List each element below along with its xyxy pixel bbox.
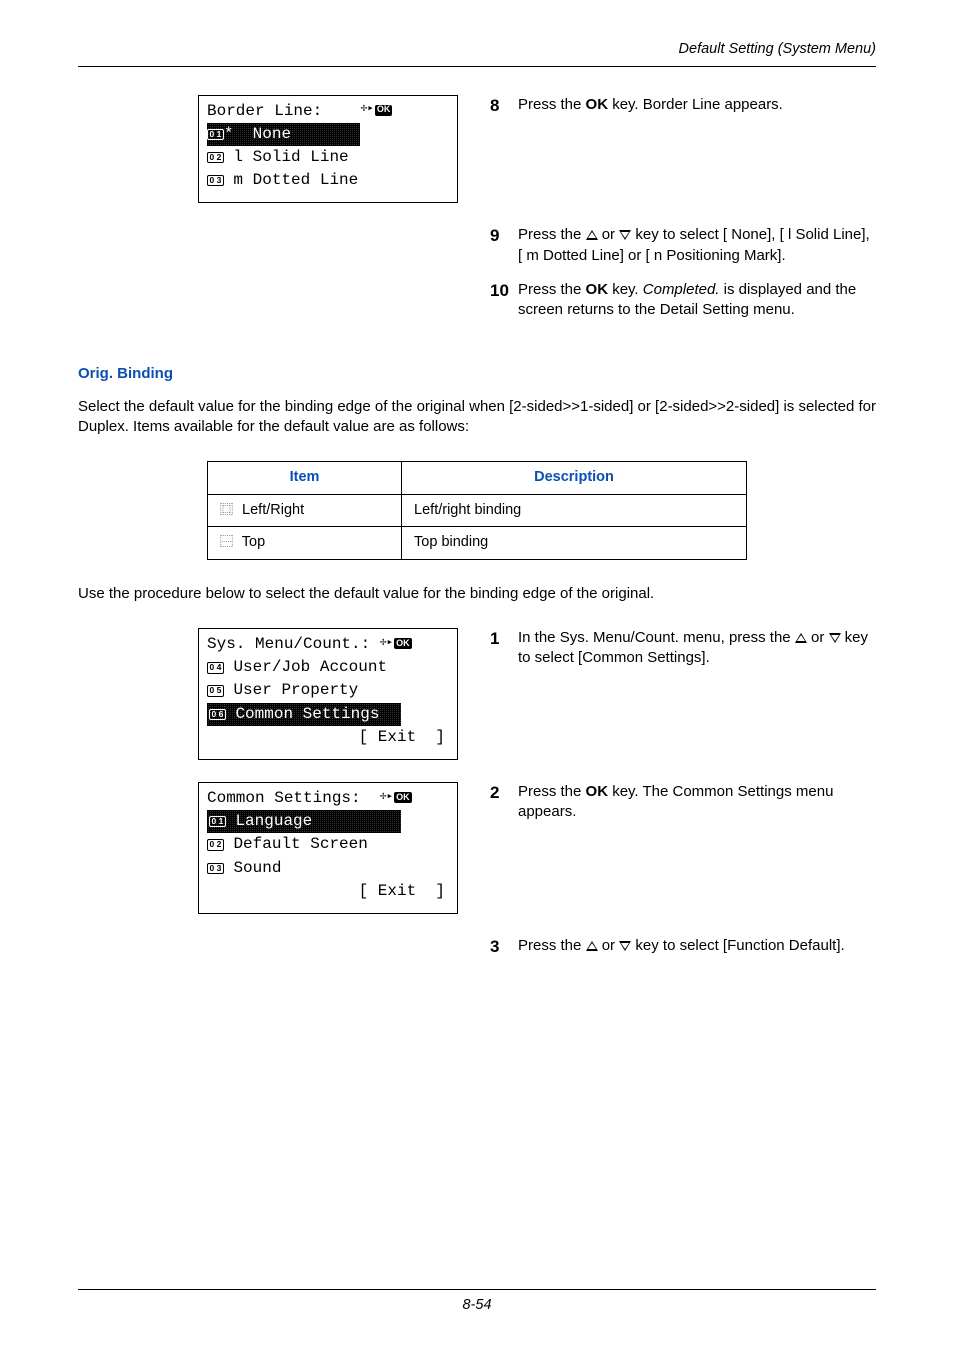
step-9b: or [598, 226, 620, 243]
step-3b: or [598, 937, 620, 954]
orig-binding-heading: Orig. Binding [78, 364, 876, 384]
lcd2-opt3: Common Settings [235, 705, 379, 723]
step-2a: Press the [518, 783, 586, 800]
r2-item: Top [242, 534, 265, 550]
lcd1-num3: 0 3 [207, 175, 224, 186]
step-8-num: 8 [490, 95, 518, 118]
lcd-border-line: Border Line: ✢▸OK 0 1* None 0 2 l Solid … [198, 95, 458, 204]
step-9-num: 9 [490, 225, 518, 266]
ok-text2: OK [586, 281, 609, 298]
binding-after: Use the procedure below to select the de… [78, 584, 876, 604]
page-footer: 8-54 [0, 1289, 954, 1316]
nav-ok-icon: ✢▸OK [361, 102, 393, 118]
step-2-num: 2 [490, 782, 518, 823]
up-key-icon [586, 941, 598, 951]
orig-binding-body: Select the default value for the binding… [78, 397, 876, 438]
down-key-icon [619, 941, 631, 951]
page-number: 8-54 [462, 1297, 491, 1313]
lcd3-opt3: Sound [233, 859, 281, 877]
lcd3-num1: 0 1 [209, 816, 226, 827]
step-10: 10 Press the OK key. Completed. is displ… [490, 280, 876, 321]
th-item: Item [208, 462, 402, 495]
r1-item: Left/Right [242, 502, 304, 518]
lcd1-opt3: Dotted Line [253, 171, 359, 189]
step-10-num: 10 [490, 280, 518, 321]
step-9a: Press the [518, 226, 586, 243]
lcd2-num3: 0 6 [209, 709, 226, 720]
lcd1-opt1: None [253, 125, 291, 143]
step-10a: Press the [518, 281, 586, 298]
step-10c: Completed. [643, 281, 720, 298]
lcd1-num1: 0 1 [207, 129, 224, 140]
header-rule [78, 66, 876, 67]
step-3a: Press the [518, 937, 586, 954]
step-3-num: 3 [490, 936, 518, 959]
nav-ok-icon: ✢▸OK [380, 790, 412, 806]
th-desc: Description [402, 462, 747, 495]
lcd3-title: Common Settings: [207, 789, 361, 807]
lcd-common-settings: Common Settings: ✢▸OK 0 1 Language 0 2 D… [198, 782, 458, 914]
down-key-icon [619, 230, 631, 240]
step-1: 1 In the Sys. Menu/Count. menu, press th… [490, 628, 876, 669]
up-key-icon [795, 633, 807, 643]
lcd3-opt2: Default Screen [233, 835, 367, 853]
running-header: Default Setting (System Menu) [78, 40, 876, 60]
lcd2-title: Sys. Menu/Count.: [207, 635, 370, 653]
step-8: 8 Press the OK key. Border Line appears. [490, 95, 876, 118]
lcd1-title: Border Line: [207, 102, 322, 120]
step-1-num: 1 [490, 628, 518, 669]
binding-table: Item Description ⿴ Left/Right Left/right… [207, 461, 747, 560]
down-key-icon [829, 633, 841, 643]
step-10b: key. [608, 281, 643, 298]
r1-desc: Left/right binding [402, 494, 747, 527]
lcd3-num2: 0 2 [207, 839, 224, 850]
top-icon: ⿱ [220, 534, 238, 552]
lcd3-exit: [ Exit ] [207, 880, 449, 903]
lcd-sys-menu: Sys. Menu/Count.: ✢▸OK 0 4 User/Job Acco… [198, 628, 458, 760]
step-9: 9 Press the or key to select [ None], [ … [490, 225, 876, 266]
lcd1-num2: 0 2 [207, 152, 224, 163]
step-1a: In the Sys. Menu/Count. menu, press the [518, 629, 795, 646]
step-8b: key. Border Line appears. [608, 96, 783, 113]
up-key-icon [586, 230, 598, 240]
left-right-icon: ⿴ [220, 502, 238, 520]
step-3c: key to select [Function Default]. [631, 937, 844, 954]
ok-text: OK [586, 96, 609, 113]
lcd2-num2: 0 5 [207, 685, 224, 696]
lcd3-opt1: Language [235, 812, 312, 830]
step-8a: Press the [518, 96, 586, 113]
lcd2-opt2: User Property [233, 681, 358, 699]
lcd2-opt1: User/Job Account [233, 658, 387, 676]
lcd2-num1: 0 4 [207, 662, 224, 673]
lcd2-exit: [ Exit ] [207, 726, 449, 749]
step-2: 2 Press the OK key. The Common Settings … [490, 782, 876, 823]
r2-desc: Top binding [402, 527, 747, 560]
step-3: 3 Press the or key to select [Function D… [490, 936, 876, 959]
lcd3-num3: 0 3 [207, 863, 224, 874]
table-row: ⿱ Top Top binding [208, 527, 747, 560]
nav-ok-icon: ✢▸OK [380, 636, 412, 652]
step-1b: or [807, 629, 829, 646]
ok-text3: OK [586, 783, 609, 800]
lcd1-opt2: Solid Line [253, 148, 349, 166]
table-row: ⿴ Left/Right Left/right binding [208, 494, 747, 527]
